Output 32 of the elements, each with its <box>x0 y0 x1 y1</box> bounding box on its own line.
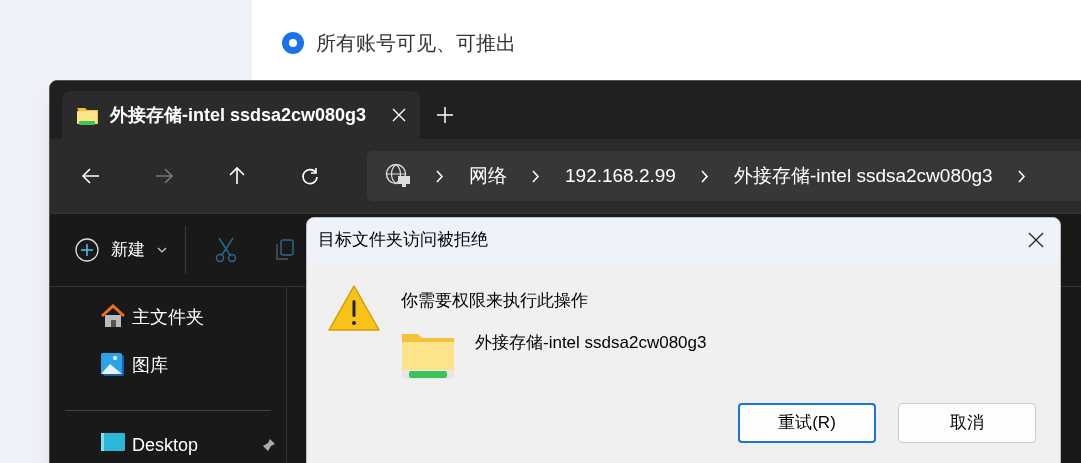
warning-icon <box>328 284 380 332</box>
breadcrumb-item[interactable]: 192.168.2.99 <box>565 161 676 191</box>
breadcrumb-item[interactable]: 网络 <box>469 161 507 191</box>
picture-icon <box>100 352 126 378</box>
chevron-right-icon <box>1016 168 1027 184</box>
sidebar-item[interactable]: 主文件夹 <box>50 293 286 341</box>
chevron-right-icon <box>531 168 541 184</box>
new-button[interactable]: 新建 <box>75 237 185 263</box>
close-icon[interactable] <box>1028 232 1044 248</box>
option-label: 所有账号可见、可推出 <box>316 31 516 56</box>
globe-icon <box>385 163 411 189</box>
chevron-right-icon <box>699 168 710 184</box>
radio-button[interactable] <box>282 32 304 54</box>
sidebar-item[interactable]: Desktop <box>50 421 286 463</box>
address-bar[interactable]: 网络 192.168.2.99 外接存储-intel ssdsa2cw080g3 <box>367 151 1081 201</box>
house-icon <box>100 304 126 330</box>
chevron-right-icon <box>435 168 445 184</box>
dialog-button[interactable]: 重试(R) <box>738 402 876 443</box>
sidebar-item[interactable]: 图库 <box>50 341 286 389</box>
copy-icon[interactable] <box>276 239 294 261</box>
dialog-button[interactable]: 取消 <box>898 402 1036 443</box>
plus-icon[interactable] <box>436 106 454 124</box>
dialog-message: 你需要权限来执行此操作 <box>401 290 589 312</box>
scissors-icon[interactable] <box>214 237 238 263</box>
tab-title: 外接存储-intel ssdsa2cw080g3 <box>110 103 368 127</box>
dialog-title: 目标文件夹访问被拒绝 <box>318 229 489 252</box>
tab[interactable]: 外接存储-intel ssdsa2cw080g3 <box>62 91 420 139</box>
chevron-down-icon <box>157 247 167 253</box>
item-name: 外接存储-intel ssdsa2cw080g3 <box>475 331 707 354</box>
refresh-icon[interactable] <box>299 165 321 187</box>
plus-circle-icon <box>75 238 99 262</box>
breadcrumb-item[interactable]: 外接存储-intel ssdsa2cw080g3 <box>733 161 993 191</box>
